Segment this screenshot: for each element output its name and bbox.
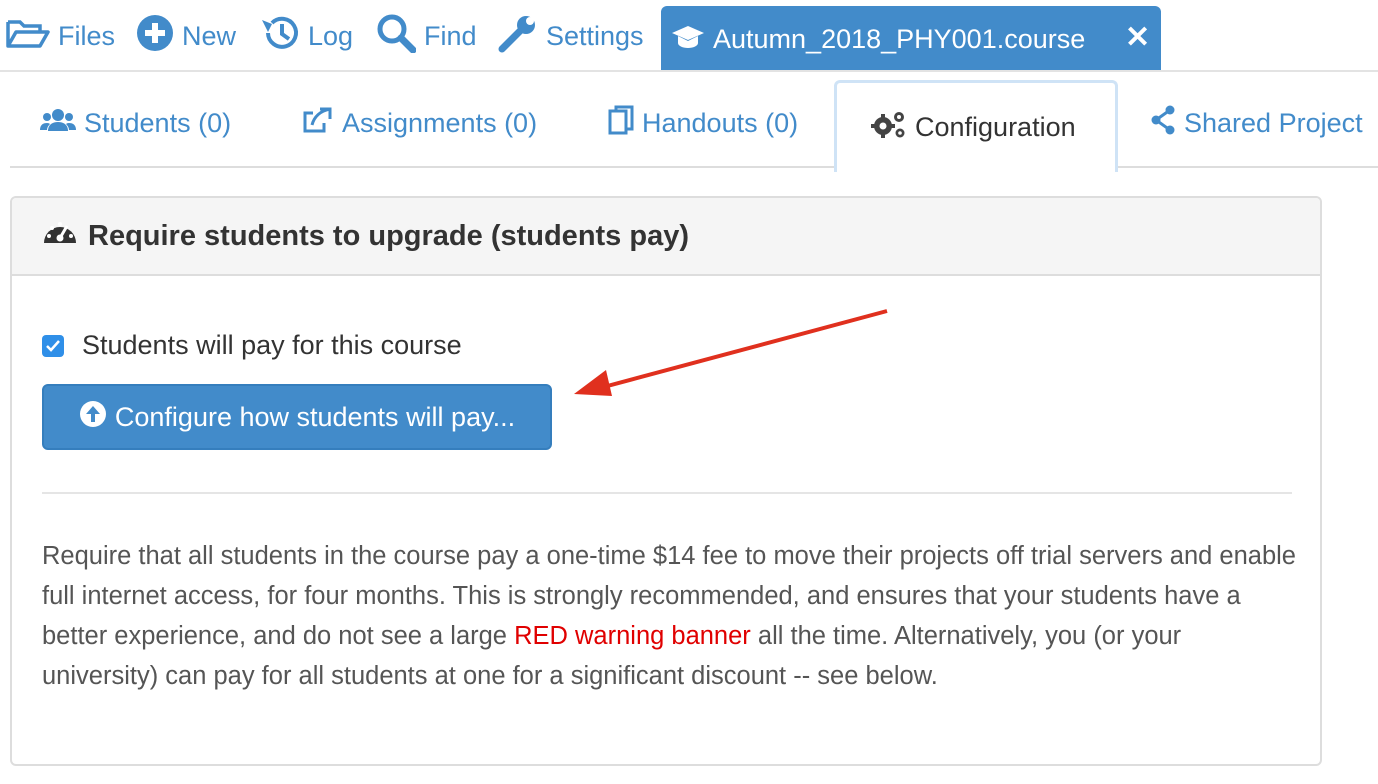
files-label: Files [58,20,116,51]
configure-payment-button-label: Configure how students will pay... [114,401,516,432]
log-label: Log [308,20,354,51]
course-file-tab[interactable]: Autumn_2018_PHY001.course ✕ [661,6,1161,70]
plus-circle-icon [136,14,182,59]
folder-open-icon [6,18,58,55]
settings-button[interactable]: Settings [498,14,644,58]
find-label: Find [424,20,477,51]
students-pay-checkbox-row[interactable]: Students will pay for this course [42,330,462,361]
upgrade-description: Require that all students in the course … [42,536,1302,696]
tab-students[interactable]: Students (0) [40,80,231,166]
upgrade-panel: Require students to upgrade (students pa… [10,196,1322,766]
dashboard-icon [42,217,88,255]
new-button[interactable]: New [136,14,236,58]
tab-configuration-label: Configuration [915,112,1076,142]
copy-icon [608,105,642,142]
course-tabs: Students (0) Assignments (0) Handouts (0… [10,80,1378,172]
students-pay-checkbox[interactable] [42,334,64,357]
divider [42,492,1292,494]
top-navigation-bar: Files New Log Find Settings Autumn_2018_… [0,0,1378,72]
files-button[interactable]: Files [6,14,115,58]
tab-students-label: Students (0) [84,107,232,138]
wrench-icon [498,13,546,60]
find-button[interactable]: Find [376,14,477,58]
configure-payment-button[interactable]: Configure how students will pay... [42,384,552,450]
panel-heading: Require students to upgrade (students pa… [12,198,1320,276]
tab-assignments-label: Assignments (0) [342,107,538,138]
graduation-cap-icon [671,24,705,57]
log-button[interactable]: Log [260,14,353,58]
tab-assignments[interactable]: Assignments (0) [302,80,537,166]
panel-title: Require students to upgrade (students pa… [88,219,689,252]
tab-shared-project[interactable]: Shared Project [1150,80,1363,166]
search-icon [376,13,424,60]
tab-configuration[interactable]: Configuration [834,80,1118,172]
students-pay-checkbox-label: Students will pay for this course [82,330,462,360]
tab-shared-project-label: Shared Project [1184,107,1363,138]
history-icon [260,14,308,59]
cogs-icon [871,109,915,146]
tab-handouts[interactable]: Handouts (0) [608,80,798,166]
arrow-circle-up-icon [79,400,115,435]
settings-label: Settings [546,20,644,51]
share-square-icon [302,105,342,142]
users-icon [40,108,84,139]
red-warning-banner-text: RED warning banner [514,622,751,650]
tab-handouts-label: Handouts (0) [642,107,799,138]
share-nodes-icon [1150,105,1184,142]
new-label: New [182,20,237,51]
course-file-name: Autumn_2018_PHY001.course [713,24,1086,54]
close-icon[interactable]: ✕ [1125,20,1150,55]
